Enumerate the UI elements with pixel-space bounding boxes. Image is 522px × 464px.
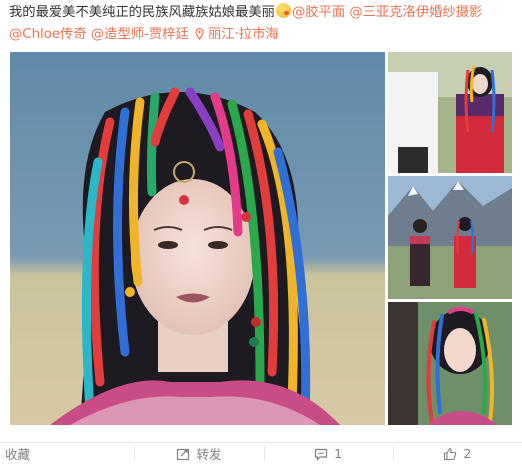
mention-link[interactable]: @三亚克洛伊婚纱摄影 [349, 5, 482, 20]
repost-icon [177, 448, 190, 460]
comment-count: 1 [334, 446, 343, 461]
main-photo[interactable] [10, 52, 385, 425]
comment-icon [315, 448, 328, 461]
thumb-photo-1[interactable] [388, 52, 512, 173]
repost-button[interactable]: 转发 [134, 443, 263, 464]
action-bar: 收藏 转发 1 2 [0, 442, 522, 464]
thumb-photo-2[interactable] [388, 176, 512, 299]
thumbs-up-icon [444, 447, 457, 460]
location-link[interactable]: 丽江·拉市海 [208, 27, 279, 42]
post-body: 我的最爱美不美纯正的民族风藏族姑娘最美丽 [9, 5, 275, 20]
location-pin-icon [195, 28, 204, 40]
mention-link[interactable]: @Chloe传奇 [9, 27, 87, 42]
kiss-emoji-icon [275, 3, 291, 18]
thumb-photo-3[interactable] [388, 302, 512, 425]
favorite-label: 收藏 [5, 447, 31, 462]
mention-link[interactable]: @造型师-贾梓廷 [91, 27, 189, 42]
post-text: 我的最爱美不美纯正的民族风藏族姑娘最美丽 @胶平面 @三亚克洛伊婚纱摄影 @Chl… [9, 2, 519, 46]
repost-label: 转发 [196, 447, 222, 462]
mention-link[interactable]: @胶平面 [292, 5, 345, 20]
like-count: 2 [463, 446, 472, 461]
favorite-button[interactable]: 收藏 [0, 443, 134, 464]
like-button[interactable]: 2 [392, 443, 522, 464]
comment-button[interactable]: 1 [263, 443, 393, 464]
